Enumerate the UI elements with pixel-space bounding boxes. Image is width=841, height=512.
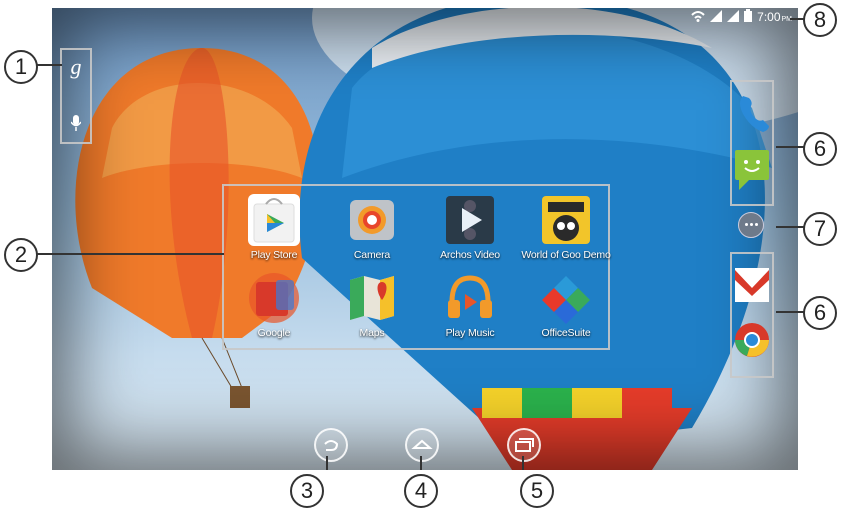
signal-icon-2 (727, 9, 740, 25)
home-screen: 7:00PM g Play Store Camera Archos Video (52, 8, 798, 470)
app-play-music[interactable]: Play Music (420, 272, 520, 339)
app-label: Play Store (250, 249, 298, 261)
favorites-tray-top (730, 80, 774, 206)
google-plus-icon (248, 272, 300, 324)
status-bar: 7:00PM (691, 8, 792, 26)
chrome-icon (735, 323, 769, 357)
callout-6: 6 (803, 132, 837, 166)
phone-icon (740, 96, 769, 132)
callout-1: 1 (4, 50, 38, 84)
battery-icon (744, 9, 753, 25)
wifi-icon (691, 10, 705, 25)
callout-line (776, 311, 804, 313)
google-search-icon[interactable]: g (62, 54, 90, 80)
signal-icon (710, 9, 723, 25)
app-google[interactable]: Google (224, 272, 324, 339)
recent-apps-icon (515, 438, 534, 452)
app-label: Archos Video (440, 249, 500, 261)
gmail-icon (735, 268, 769, 302)
callout-7: 7 (803, 212, 837, 246)
app-label: World of Goo Demo (521, 249, 611, 261)
archos-video-icon (444, 194, 496, 246)
play-music-icon (444, 272, 496, 324)
app-label: Maps (359, 327, 385, 339)
app-camera[interactable]: Camera (322, 194, 422, 261)
chrome-app[interactable] (733, 316, 771, 368)
app-shortcuts-area: Play Store Camera Archos Video World of … (222, 184, 611, 350)
recent-apps-button[interactable] (507, 428, 541, 462)
app-world-of-goo[interactable]: World of Goo Demo (516, 194, 616, 261)
clock: 7:00PM (757, 10, 792, 24)
app-label: OfficeSuite (541, 327, 591, 339)
app-label: Google (257, 327, 291, 339)
callout-line (522, 456, 524, 470)
callout-5: 5 (520, 474, 554, 508)
camera-icon (346, 194, 398, 246)
app-drawer-button[interactable] (738, 212, 764, 238)
officesuite-icon (540, 272, 592, 324)
callout-6-second: 6 (803, 296, 837, 330)
messaging-app[interactable] (733, 144, 771, 196)
messaging-icon (735, 150, 769, 190)
phone-app[interactable] (733, 88, 771, 140)
home-button[interactable] (405, 428, 439, 462)
back-button[interactable] (314, 428, 348, 462)
back-icon (324, 440, 339, 451)
callout-2: 2 (4, 238, 38, 272)
app-officesuite[interactable]: OfficeSuite (516, 272, 616, 339)
app-label: Camera (353, 249, 391, 261)
callout-line (420, 456, 422, 470)
callout-line (776, 226, 804, 228)
google-search-widget[interactable]: g (60, 48, 92, 144)
callout-4: 4 (404, 474, 438, 508)
app-maps[interactable]: Maps (322, 272, 422, 339)
app-label: Play Music (445, 327, 495, 339)
gmail-app[interactable] (733, 260, 771, 312)
home-icon (411, 439, 433, 449)
callout-8: 8 (803, 3, 837, 37)
play-store-icon (248, 194, 300, 246)
app-archos-video[interactable]: Archos Video (420, 194, 520, 261)
favorites-tray-bottom (730, 252, 774, 378)
maps-icon (346, 272, 398, 324)
microphone-icon[interactable] (70, 115, 82, 136)
callout-line (790, 18, 804, 20)
clock-time: 7:00 (757, 10, 781, 24)
callout-3: 3 (290, 474, 324, 508)
world-of-goo-icon (540, 194, 592, 246)
callout-line (34, 253, 224, 255)
callout-line (776, 146, 804, 148)
callout-line (34, 64, 62, 66)
callout-line (326, 456, 328, 470)
app-play-store[interactable]: Play Store (224, 194, 324, 261)
